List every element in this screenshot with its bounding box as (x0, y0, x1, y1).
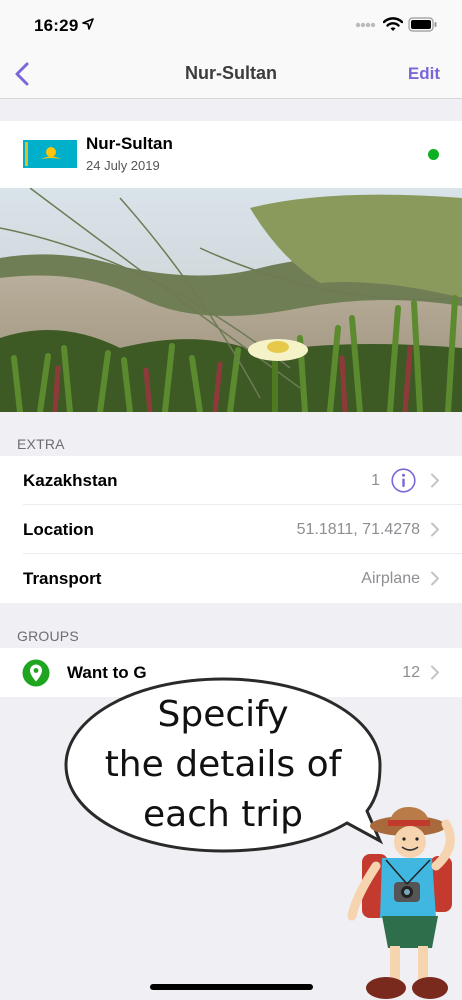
transport-label: Transport (23, 569, 102, 588)
info-icon[interactable] (391, 468, 416, 493)
groups-section-header: GROUPS (17, 628, 79, 644)
extra-section: Kazakhstan 1 Location 51.1811, 71.4278 T… (0, 456, 462, 603)
photo-content (0, 188, 462, 412)
chevron-right-icon (431, 665, 439, 680)
location-arrow-icon (82, 18, 94, 30)
country-count: 1 (371, 472, 380, 489)
trip-title: Nur-Sultan (86, 134, 173, 153)
promo-line-1: Specify (157, 694, 289, 735)
cellular-signal-icon (355, 22, 376, 28)
chevron-right-icon (431, 473, 439, 488)
country-row[interactable]: Kazakhstan 1 (0, 456, 462, 505)
chevron-right-icon (431, 571, 439, 586)
status-time: 16:29 (34, 16, 79, 35)
trip-photo[interactable] (0, 188, 462, 412)
transport-value: Airplane (361, 570, 420, 587)
kazakhstan-flag-icon (23, 140, 77, 168)
group-count: 12 (402, 664, 420, 681)
battery-icon (408, 17, 437, 32)
promo-line-2: the details of (104, 744, 342, 785)
map-pin-icon (22, 659, 50, 687)
location-value: 51.1811, 71.4278 (296, 521, 420, 538)
home-indicator[interactable] (150, 984, 313, 990)
traveler-mascot-illustration (347, 806, 455, 999)
status-bar: 16:29 (0, 0, 462, 50)
transport-row[interactable]: Transport Airplane (0, 554, 462, 603)
chevron-right-icon (431, 522, 439, 537)
trip-header[interactable]: Nur-Sultan 24 July 2019 (0, 121, 462, 188)
country-label: Kazakhstan (23, 471, 118, 490)
page-title: Nur-Sultan (185, 63, 277, 83)
extra-section-header: EXTRA (17, 436, 65, 452)
edit-button[interactable]: Edit (408, 64, 440, 84)
wifi-icon (383, 17, 403, 31)
trip-date: 24 July 2019 (86, 158, 160, 173)
status-indicator (428, 149, 439, 160)
location-row[interactable]: Location 51.1811, 71.4278 (0, 505, 462, 554)
location-label: Location (23, 520, 94, 539)
navigation-bar: Nur-Sultan Edit (0, 50, 462, 99)
